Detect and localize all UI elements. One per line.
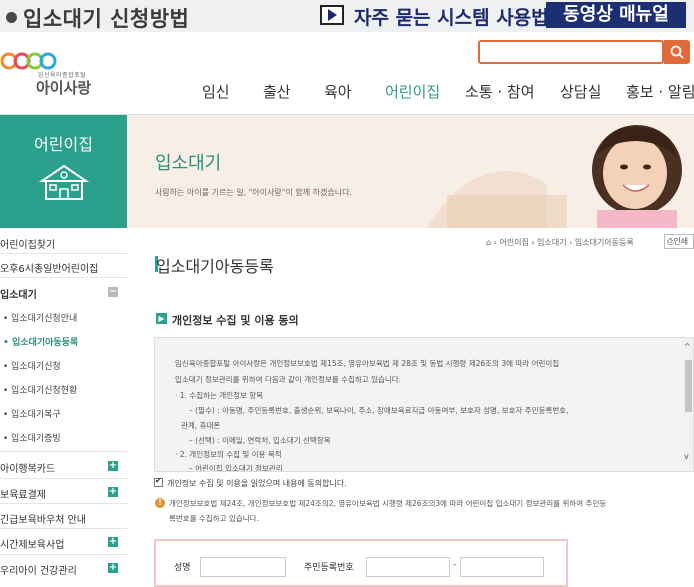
divider	[0, 554, 127, 555]
rrn-back-input[interactable]	[460, 557, 544, 577]
sidebar-subitem-label: 입소대기아동등록	[12, 338, 79, 348]
divider	[0, 503, 127, 504]
section-title: 입소대기	[155, 153, 222, 174]
section-heading: 개인정보 수집 및 이용 동의	[172, 314, 299, 327]
sidebar-subitem-restore[interactable]: • 입소대기복구	[0, 407, 127, 420]
collapse-icon[interactable]: −	[108, 287, 118, 297]
divider	[0, 277, 127, 278]
scrollbar-thumb[interactable]	[685, 360, 692, 412]
consent-line: · 2. 개인정보의 수집 및 이용 목적	[175, 450, 282, 459]
consent-line: – (필수) : 아동명, 주민등록번호, 출생순위, 보육나이, 주소, 장애…	[189, 406, 569, 415]
nav-item-counseling[interactable]: 상담실	[560, 81, 601, 102]
sidebar-subitem-label: 입소대기복구	[11, 410, 61, 420]
sidebar-item-evening-daycare[interactable]: 오후6시총일반어린이집	[0, 260, 127, 275]
divider	[0, 253, 127, 254]
print-button[interactable]: ⎙인쇄	[664, 234, 694, 249]
divider	[0, 528, 127, 529]
agree-checkbox[interactable]	[154, 476, 163, 487]
sidebar-subitem-label: 입소대기증빙	[11, 434, 61, 444]
search-icon	[670, 45, 684, 59]
nav-item-childcare[interactable]: 육아	[324, 81, 352, 102]
expand-icon[interactable]: +	[108, 537, 118, 547]
nav-item-daycare[interactable]: 어린이집	[385, 81, 440, 102]
sidebar-subitem-label: 입소대기신청	[11, 362, 61, 372]
faq-link[interactable]: 자주 묻는 시스템 사용법	[354, 3, 549, 30]
consent-line: 입소대기 정보관리를 위하여 다음과 같이 개인정보를 수집하고 있습니다.	[175, 375, 402, 384]
rrn-front-input[interactable]	[366, 557, 450, 577]
sidebar-subitem-label: 입소대기신청현황	[11, 386, 78, 396]
expand-icon[interactable]: +	[108, 487, 118, 497]
name-input[interactable]	[200, 557, 286, 577]
sidebar-subitem-apply[interactable]: • 입소대기신청	[0, 359, 127, 372]
rrn-dash: -	[453, 560, 457, 570]
main-nav: 임신 출산 육아 어린이집 소통 · 참여 상담실 홍보 · 알림	[0, 81, 694, 105]
search-button[interactable]	[664, 40, 690, 64]
breadcrumb-item[interactable]: 어린이집	[499, 238, 528, 247]
section-subtitle: 사랑하는 아이를 기르는 일, "아이사랑"이 함께 하겠습니다.	[155, 188, 352, 197]
sidebar-subitem-register[interactable]: • 입소대기아동등록	[0, 335, 127, 348]
sidebar-subitem-guide[interactable]: • 입소대기신청안내	[0, 311, 127, 324]
site-header: 임신육아종합포털 아이사랑 임신 출산 육아 어린이집 소통 · 참여 상담실 …	[0, 32, 694, 115]
breadcrumb-item[interactable]: 입소대기아동등록	[575, 238, 634, 247]
scroll-down-icon[interactable]: v	[684, 452, 689, 461]
nav-item-promotion[interactable]: 홍보 · 알림	[626, 81, 694, 102]
consent-line: – (선택) : 이메일, 연락처, 입소대기 선택항목	[189, 436, 331, 445]
play-icon	[320, 5, 344, 25]
warning-icon: !	[155, 498, 165, 508]
arrow-right-icon: ▶	[156, 313, 167, 324]
scroll-up-icon[interactable]: ^	[684, 342, 691, 351]
sidebar-subitem-status[interactable]: • 입소대기신청현황	[0, 383, 127, 396]
divider	[0, 478, 127, 479]
divider	[0, 451, 127, 452]
sidebar-item-emergency-voucher[interactable]: 긴급보육바우처 안내	[0, 511, 127, 526]
consent-line: – 어린이집 입소대기 정보관리	[189, 464, 283, 472]
notice-text: 록번호를 수집하고 있습니다.	[169, 514, 259, 523]
expand-icon[interactable]: +	[108, 563, 118, 573]
consent-line: 임신육아종합포털 아이사랑은 개인정보보호법 제15조, 영유아보육법 제 28…	[175, 359, 560, 368]
nav-item-birth[interactable]: 출산	[263, 81, 291, 102]
notice-text: 개인정보보호법 제24조, 개인정보보호법 제24조의2, 영유아보육법 시행령…	[169, 499, 607, 508]
video-manual-button[interactable]: 동영상 매뉴얼	[546, 2, 686, 28]
search-input[interactable]	[478, 40, 664, 64]
breadcrumb-item[interactable]: 입소대기	[537, 238, 566, 247]
breadcrumb: ⌂ › 어린이집 › 입소대기 › 입소대기아동등록	[486, 238, 634, 247]
agree-label[interactable]: 개인정보 수집 및 이용을 읽었으며 내용에 동의합니다.	[167, 478, 347, 489]
sidebar-subitem-proof[interactable]: • 입소대기증빙	[0, 431, 127, 444]
name-label: 성명	[174, 563, 191, 573]
print-label: 인쇄	[673, 237, 689, 246]
section-visual-banner: 입소대기 사랑하는 아이를 기르는 일, "아이사랑"이 함께 하겠습니다.	[127, 115, 694, 228]
sidebar-header: 어린이집	[0, 115, 127, 228]
page-title: 입소대기아동등록	[156, 257, 274, 276]
consent-line: · 1. 수집하는 개인정보 항목	[175, 391, 264, 400]
home-icon[interactable]: ⌂	[486, 238, 491, 247]
sidebar-title: 어린이집	[34, 135, 93, 154]
sidebar-item-daycare-search[interactable]: 어린이집찾기	[0, 236, 127, 251]
bullet-icon	[6, 12, 17, 23]
sidebar-subitem-label: 입소대기신청안내	[11, 314, 78, 324]
expand-icon[interactable]: +	[108, 461, 118, 471]
rrn-label: 주민등록번호	[304, 563, 354, 573]
school-house-icon	[38, 164, 90, 200]
banner-title-text: 입소대기 신청방법	[23, 7, 190, 31]
consent-text-box[interactable]: 임신육아종합포털 아이사랑은 개인정보보호법 제15조, 영유아보육법 제 28…	[154, 337, 694, 472]
consent-line: 관계, 휴대폰	[181, 421, 221, 430]
banner-title: 입소대기 신청방법	[6, 3, 189, 33]
nav-item-pregnancy[interactable]: 임신	[202, 81, 230, 102]
nav-item-community[interactable]: 소통 · 참여	[465, 81, 535, 102]
top-banner: 입소대기 신청방법 자주 묻는 시스템 사용법 동영상 매뉴얼	[0, 0, 694, 32]
child-info-form: 성명 주민등록번호 -	[154, 539, 568, 587]
